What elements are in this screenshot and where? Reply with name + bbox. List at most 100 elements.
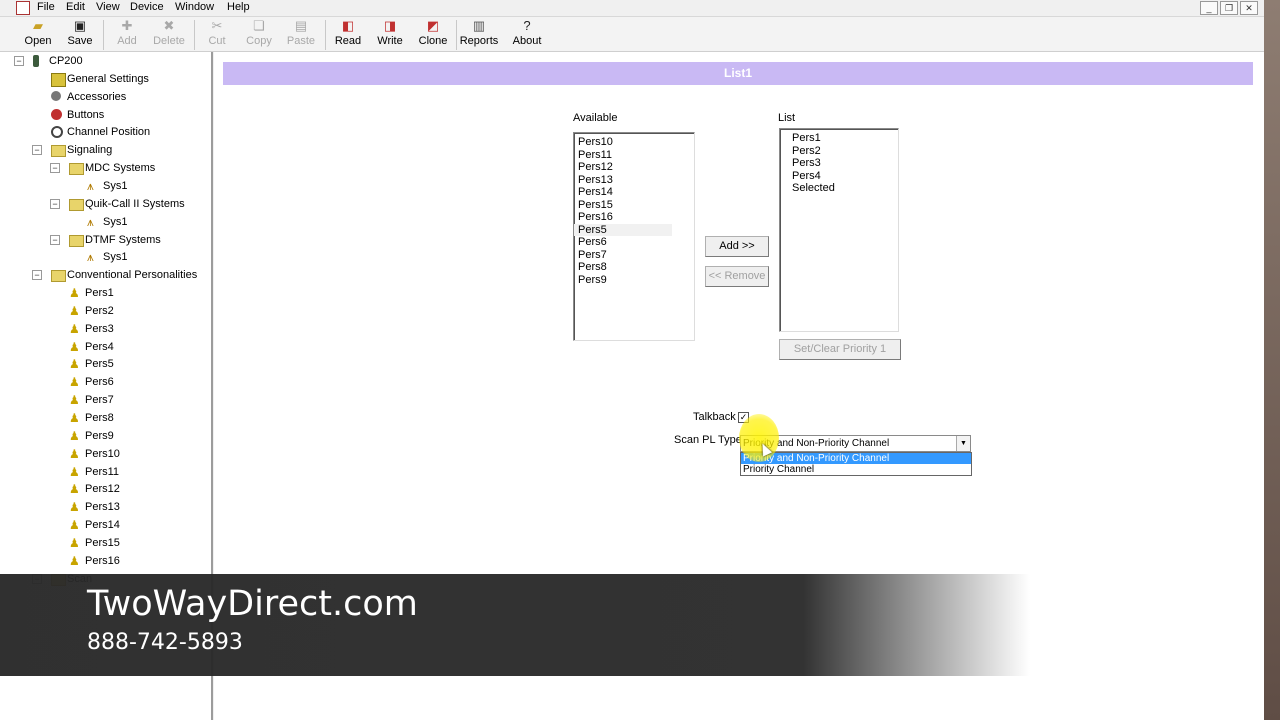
available-list-item[interactable]: Pers14: [574, 186, 694, 199]
tree-item[interactable]: ⩚ Sys1: [0, 213, 205, 231]
personality-icon: ♟: [69, 303, 80, 318]
tree-item[interactable]: ♟ Pers1: [0, 284, 205, 302]
tree-expander-icon[interactable]: −: [32, 270, 42, 281]
tree-item[interactable]: ♟ Pers7: [0, 391, 205, 409]
tree-expander-icon[interactable]: −: [32, 145, 42, 156]
tree-item[interactable]: ♟ Pers8: [0, 409, 205, 427]
menu-view[interactable]: View: [96, 1, 120, 13]
list-item[interactable]: Pers4: [788, 170, 898, 183]
available-list-item[interactable]: Pers7: [574, 249, 694, 262]
minimize-icon[interactable]: _: [1200, 1, 1218, 15]
tree-item[interactable]: ♟ Pers16: [0, 552, 205, 570]
menu-window[interactable]: Window: [175, 1, 214, 13]
available-list-item[interactable]: Pers9: [574, 274, 694, 287]
menu-help[interactable]: Help: [227, 1, 250, 13]
tree-item[interactable]: General Settings: [0, 70, 205, 88]
available-listbox[interactable]: Pers10 Pers11 Pers12 Pers13 Pers14 Pers15 Pers…: [573, 132, 695, 341]
tree-item[interactable]: ♟ Pers5: [0, 355, 205, 373]
tree-item-label: Pers6: [85, 376, 114, 389]
save-button[interactable]: ▣ Save: [60, 19, 100, 51]
tree-item[interactable]: ♟ Pers11: [0, 463, 205, 481]
available-list-item[interactable]: Pers15: [574, 199, 694, 212]
tree-expander-icon[interactable]: −: [14, 56, 24, 66]
tree-item-label: Pers3: [85, 322, 114, 335]
available-list-item[interactable]: Pers8: [574, 261, 694, 274]
write-button[interactable]: ◨ Write: [370, 19, 410, 51]
tree-item[interactable]: ♟ Pers10: [0, 445, 205, 463]
tree-item[interactable]: Channel Position: [0, 123, 205, 141]
personality-icon: ♟: [69, 482, 80, 497]
restore-icon[interactable]: ❐: [1220, 1, 1238, 15]
list-item[interactable]: Pers3: [788, 157, 898, 170]
menu-edit[interactable]: Edit: [66, 1, 85, 13]
tree-item[interactable]: ♟ Pers14: [0, 516, 205, 534]
question-icon: ?: [523, 18, 531, 33]
menu-file[interactable]: File: [37, 1, 55, 13]
available-list-item[interactable]: Pers16: [574, 211, 694, 224]
tree-item[interactable]: − Signaling: [0, 141, 205, 159]
dropdown-option[interactable]: Priority Channel: [741, 464, 971, 475]
set-clear-priority-button[interactable]: Set/Clear Priority 1: [779, 339, 901, 360]
tree-item[interactable]: − MDC Systems: [0, 159, 205, 177]
remove-from-list-button[interactable]: << Remove: [705, 266, 769, 287]
tree-item[interactable]: − Quik-Call II Systems: [0, 195, 205, 213]
write-radio-icon: ◨: [383, 18, 397, 33]
available-list-item[interactable]: Pers11: [574, 149, 694, 162]
available-list-item[interactable]: Pers10: [574, 136, 694, 149]
list-item[interactable]: Pers2: [788, 145, 898, 158]
available-list-item[interactable]: Pers5: [574, 223, 672, 236]
tree-item[interactable]: Accessories: [0, 88, 205, 106]
tree-item[interactable]: − DTMF Systems: [0, 231, 205, 249]
tree-item[interactable]: ♟ Pers12: [0, 480, 205, 498]
talkback-checkbox[interactable]: ✓: [738, 412, 749, 423]
delete-button[interactable]: ✖ Delete: [149, 19, 189, 51]
close-icon[interactable]: ✕: [1240, 1, 1258, 15]
app-window: File Edit View Device Window Help _ ❐ ✕ …: [0, 0, 1264, 720]
copy-button[interactable]: ❏ Copy: [239, 19, 279, 51]
tree-root[interactable]: − CP200: [0, 52, 205, 70]
tree-item[interactable]: ♟ Pers3: [0, 320, 205, 338]
available-label: Available: [573, 112, 618, 124]
tree-item[interactable]: ♟ Pers13: [0, 498, 205, 516]
personality-icon: ♟: [69, 500, 80, 515]
clone-button[interactable]: ◩ Clone: [413, 19, 453, 51]
chevron-down-icon[interactable]: ▼: [956, 436, 970, 451]
tree-expander-icon[interactable]: −: [50, 163, 60, 174]
read-button[interactable]: ◧ Read: [328, 19, 368, 51]
tree-item[interactable]: ♟ Pers2: [0, 302, 205, 320]
list-item[interactable]: Selected: [788, 182, 898, 195]
paste-button[interactable]: ▤ Paste: [281, 19, 321, 51]
reports-icon: ▥: [472, 18, 486, 33]
dropdown-option[interactable]: Priority and Non-Priority Channel: [741, 453, 971, 464]
list-item[interactable]: Pers1: [788, 132, 898, 145]
reports-button[interactable]: ▥ Reports: [459, 19, 499, 51]
about-button[interactable]: ? About: [507, 19, 547, 51]
tree-expander-icon[interactable]: −: [50, 198, 60, 209]
tree-expander-icon[interactable]: −: [50, 234, 60, 245]
open-button[interactable]: ▰ Open: [18, 19, 58, 51]
tree-item[interactable]: ♟ Pers4: [0, 338, 205, 356]
tree-item[interactable]: ⩚ Sys1: [0, 177, 205, 195]
available-list-item[interactable]: Pers13: [574, 174, 694, 187]
tree-item[interactable]: − Conventional Personalities: [0, 266, 205, 284]
folder-icon: [69, 234, 84, 247]
tree-item[interactable]: ♟ Pers6: [0, 373, 205, 391]
add-to-list-button[interactable]: Add >>: [705, 236, 769, 257]
tree-item[interactable]: ♟ Pers15: [0, 534, 205, 552]
menu-device[interactable]: Device: [130, 1, 164, 13]
available-list-item[interactable]: Pers6: [574, 236, 694, 249]
tree-item-label: Pers9: [85, 429, 114, 442]
watermark-banner: TwoWayDirect.com 888-742-5893: [0, 574, 1030, 676]
tree-item-label: Pers16: [85, 554, 120, 567]
tree-item-label: DTMF Systems: [85, 233, 161, 246]
add-button[interactable]: ✚ Add: [107, 19, 147, 51]
cut-button[interactable]: ✂ Cut: [197, 19, 237, 51]
scan-pl-type-select[interactable]: Priority and Non-Priority Channel ▼: [740, 435, 971, 452]
tree-item[interactable]: ♟ Pers9: [0, 427, 205, 445]
tree-item-label: Channel Position: [67, 126, 151, 139]
tree-item[interactable]: ⩚ Sys1: [0, 248, 205, 266]
toolbar: ▰ Open ▣ Save ✚ Add ✖ Delete ✂ Cut ❏ Copy ▤ Pas…: [0, 17, 1264, 52]
tree-item[interactable]: Buttons: [0, 106, 205, 124]
list-listbox[interactable]: Pers1 Pers2 Pers3 Pers4 Selected: [779, 128, 899, 332]
available-list-item[interactable]: Pers12: [574, 161, 694, 174]
